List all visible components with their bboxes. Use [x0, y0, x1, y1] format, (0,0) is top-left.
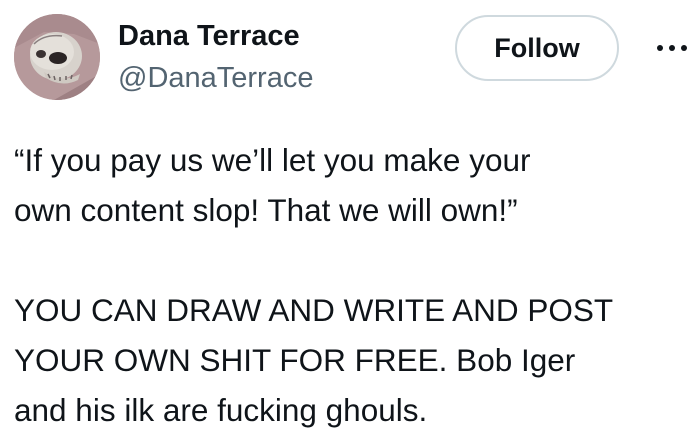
avatar[interactable] [14, 14, 100, 100]
tweet-text: “If you pay us we’ll let you make your o… [14, 135, 700, 435]
more-horizontal-icon [657, 45, 687, 51]
tweet: Dana Terrace @DanaTerrace Follow “If you… [0, 0, 700, 447]
tweet-line: “If you pay us we’ll let you make your [14, 142, 531, 178]
tweet-line: YOUR OWN SHIT FOR FREE. Bob Iger [14, 342, 576, 378]
author-name[interactable]: Dana Terrace [118, 18, 300, 54]
author-handle[interactable]: @DanaTerrace [118, 60, 313, 96]
follow-button[interactable]: Follow [455, 15, 619, 81]
skull-avatar-icon [14, 14, 100, 100]
tweet-line: and his ilk are fucking ghouls. [14, 392, 428, 428]
tweet-line: own content slop! That we will own!” [14, 192, 518, 228]
more-options-button[interactable] [652, 36, 692, 60]
tweet-line: YOU CAN DRAW AND WRITE AND POST [14, 292, 614, 328]
